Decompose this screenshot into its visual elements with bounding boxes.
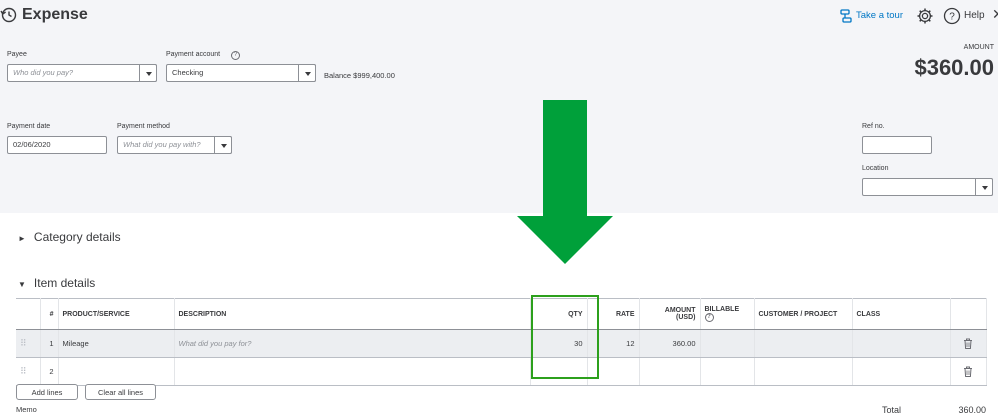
category-details-toggle[interactable]: ► Category details <box>18 230 121 244</box>
gear-icon[interactable] <box>916 7 934 25</box>
caret-down-icon: ▼ <box>18 280 26 289</box>
category-details-label: Category details <box>33 230 121 244</box>
payment-date-label: Payment date <box>7 123 51 130</box>
item-details-toggle[interactable]: ▼ Item details <box>18 276 95 290</box>
trash-icon[interactable] <box>963 366 973 377</box>
add-lines-button[interactable]: Add lines <box>16 384 78 400</box>
ref-no-input[interactable] <box>862 136 932 154</box>
payment-account-dropdown[interactable]: Checking <box>166 64 316 82</box>
help-small-icon[interactable]: ? <box>704 313 714 322</box>
memo-label: Memo <box>16 405 37 414</box>
clear-all-lines-button[interactable]: Clear all lines <box>85 384 156 400</box>
table-header-row: # PRODUCT/SERVICE DESCRIPTION QTY RATE A… <box>16 298 987 330</box>
amount-cell[interactable]: 360.00 <box>639 329 701 358</box>
help-icon[interactable]: ? <box>943 7 961 25</box>
payment-date-value: 02/06/2020 <box>13 140 51 149</box>
customer-cell[interactable] <box>754 329 853 358</box>
payment-date-input[interactable]: 02/06/2020 <box>7 136 107 154</box>
class-cell[interactable] <box>852 357 951 386</box>
product-cell[interactable] <box>58 357 175 386</box>
header-description: DESCRIPTION <box>174 298 531 330</box>
drag-handle-icon[interactable]: ⠿ <box>16 329 41 358</box>
drag-handle-icon[interactable]: ⠿ <box>16 357 41 386</box>
header-drag <box>16 298 41 330</box>
payee-placeholder: Who did you pay? <box>13 68 74 77</box>
billable-cell[interactable] <box>700 329 755 358</box>
amount-cell[interactable] <box>639 357 701 386</box>
item-details-table: # PRODUCT/SERVICE DESCRIPTION QTY RATE A… <box>16 298 987 386</box>
payee-dropdown[interactable]: Who did you pay? <box>7 64 157 82</box>
payment-method-placeholder: What did you pay with? <box>123 140 201 149</box>
location-label: Location <box>862 165 889 172</box>
header-class: CLASS <box>852 298 951 330</box>
page-title: Expense <box>22 6 88 23</box>
close-icon[interactable]: ✕ <box>992 6 998 23</box>
delete-row[interactable] <box>950 329 987 358</box>
payee-label: Payee <box>7 51 27 58</box>
total-label: Total <box>882 405 902 415</box>
help-label[interactable]: Help <box>964 10 985 21</box>
header-actions <box>950 298 987 330</box>
svg-text:?: ? <box>949 12 955 23</box>
item-details-label: Item details <box>33 276 96 290</box>
header-num: # <box>40 298 59 330</box>
delete-row[interactable] <box>950 357 987 386</box>
location-dropdown[interactable] <box>862 178 993 196</box>
payment-method-dropdown[interactable]: What did you pay with? <box>117 136 232 154</box>
chevron-down-icon[interactable] <box>298 64 316 82</box>
header-billable-label: BILLABLE <box>704 306 740 313</box>
table-row[interactable]: ⠿ 2 <box>16 357 987 386</box>
description-cell[interactable] <box>174 357 531 386</box>
class-cell[interactable] <box>852 329 951 358</box>
ref-no-label: Ref no. <box>862 123 885 130</box>
caret-right-icon: ► <box>18 234 26 243</box>
recent-transactions-icon[interactable] <box>0 6 18 24</box>
qty-highlight-box <box>531 295 599 379</box>
billable-cell[interactable] <box>700 357 755 386</box>
annotation-arrow <box>517 100 613 264</box>
header-product: PRODUCT/SERVICE <box>58 298 175 330</box>
header-customer: CUSTOMER / PROJECT <box>754 298 853 330</box>
product-cell[interactable]: Mileage <box>58 329 175 358</box>
header-billable: BILLABLE ? <box>700 298 755 330</box>
balance-text: Balance $999,400.00 <box>324 71 395 80</box>
payment-account-value: Checking <box>172 68 204 77</box>
payment-method-label: Payment method <box>117 123 170 130</box>
chevron-down-icon[interactable] <box>214 136 232 154</box>
chevron-down-icon[interactable] <box>139 64 157 82</box>
take-tour-icon[interactable] <box>838 8 854 24</box>
amount-label: AMOUNT <box>963 44 994 51</box>
row-num: 1 <box>40 329 59 358</box>
total-value: 360.00 <box>958 405 986 415</box>
help-small-icon[interactable]: ? <box>231 51 240 60</box>
description-cell[interactable]: What did you pay for? <box>174 329 531 358</box>
payment-account-label: Payment account <box>166 51 221 58</box>
amount-value: $360.00 <box>914 55 994 80</box>
header-amount: AMOUNT (USD) <box>639 298 701 330</box>
header-area <box>0 0 998 213</box>
chevron-down-icon[interactable] <box>975 178 993 196</box>
trash-icon[interactable] <box>963 338 973 349</box>
row-num: 2 <box>40 357 59 386</box>
table-row[interactable]: ⠿ 1 Mileage What did you pay for? 30 12 … <box>16 329 987 358</box>
customer-cell[interactable] <box>754 357 853 386</box>
take-tour-link[interactable]: Take a tour <box>856 10 903 21</box>
